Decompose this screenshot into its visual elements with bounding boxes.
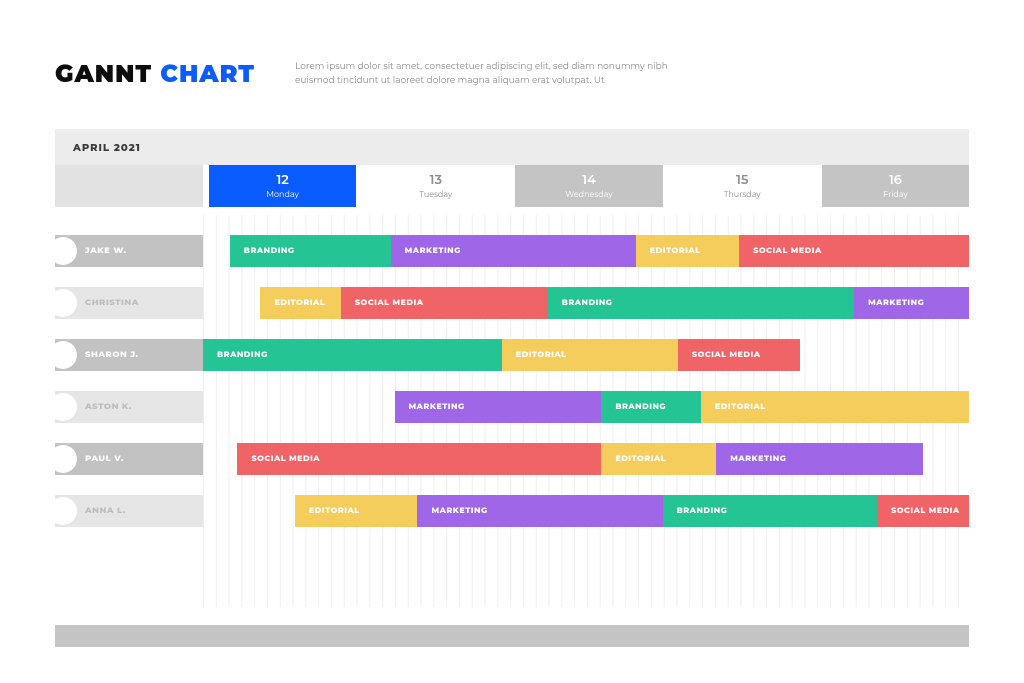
task-bar[interactable]: BRANDING — [601, 391, 701, 423]
day-name: Wednesday — [565, 190, 612, 200]
task-bar[interactable]: MARKETING — [395, 391, 602, 423]
day-number: 16 — [889, 172, 902, 188]
person-name: SHARON J. — [85, 350, 138, 360]
task-bar[interactable]: MARKETING — [854, 287, 969, 319]
person-row[interactable]: SHARON J. — [55, 339, 203, 371]
task-row: EDITORIALSOCIAL MEDIABRANDINGMARKETING — [203, 287, 969, 319]
person-row[interactable]: ANNA L. — [55, 495, 203, 527]
task-bar[interactable]: EDITORIAL — [601, 443, 716, 475]
task-bar[interactable]: SOCIAL MEDIA — [678, 339, 801, 371]
title: GANNT CHART — [55, 60, 255, 89]
grid-area: BRANDINGMARKETINGEDITORIALSOCIAL MEDIAED… — [203, 215, 969, 607]
task-row: EDITORIALMARKETINGBRANDINGSOCIAL MEDIA — [203, 495, 969, 527]
page: GANNT CHART Lorem ipsum dolor sit amet, … — [0, 0, 1024, 647]
person-name: ANNA L. — [85, 506, 126, 516]
people-column: JAKE W. CHRISTINA SHARON J. ASTON K. PAUL V.… — [55, 215, 203, 607]
avatar — [49, 237, 77, 265]
person-row[interactable]: JAKE W. — [55, 235, 203, 267]
task-bars: BRANDINGMARKETINGEDITORIALSOCIAL MEDIAED… — [203, 215, 969, 607]
task-bar[interactable]: BRANDING — [230, 235, 391, 267]
task-bar[interactable]: BRANDING — [203, 339, 502, 371]
day-number: 12 — [276, 172, 289, 188]
avatar — [49, 393, 77, 421]
footer-bar — [55, 625, 969, 647]
person-name: CHRISTINA — [85, 298, 139, 308]
chart-body: JAKE W. CHRISTINA SHARON J. ASTON K. PAUL V.… — [55, 215, 969, 607]
person-row[interactable]: PAUL V. — [55, 443, 203, 475]
header: GANNT CHART Lorem ipsum dolor sit amet, … — [55, 60, 969, 89]
chart: APRIL 2021 12Monday13Tuesday14Wednesday1… — [55, 129, 969, 647]
title-part-b: CHART — [160, 60, 255, 89]
person-row[interactable]: ASTON K. — [55, 391, 203, 423]
task-bar[interactable]: SOCIAL MEDIA — [877, 495, 969, 527]
month-label: APRIL 2021 — [55, 129, 969, 165]
day-number: 15 — [736, 172, 749, 188]
task-bar[interactable]: SOCIAL MEDIA — [341, 287, 548, 319]
day-cell[interactable]: 15 Thursday — [663, 165, 816, 207]
task-row: SOCIAL MEDIAEDITORIALMARKETING — [203, 443, 969, 475]
avatar — [49, 445, 77, 473]
day-cell[interactable]: 13 Tuesday — [356, 165, 509, 207]
task-bar[interactable]: BRANDING — [548, 287, 854, 319]
day-number: 13 — [430, 172, 443, 188]
task-bar[interactable]: MARKETING — [417, 495, 662, 527]
days-wrap: 12 Monday 13 Tuesday 14 Wednesday 15 Thursday 16… — [203, 165, 969, 207]
day-cell[interactable]: 16 Friday — [816, 165, 969, 207]
task-bar[interactable]: EDITORIAL — [636, 235, 739, 267]
person-row[interactable]: CHRISTINA — [55, 287, 203, 319]
day-spacer — [55, 165, 203, 207]
day-name: Monday — [266, 190, 298, 200]
task-bar[interactable]: BRANDING — [663, 495, 877, 527]
day-cell[interactable]: 14 Wednesday — [509, 165, 662, 207]
day-number: 14 — [582, 172, 596, 188]
task-bar[interactable]: EDITORIAL — [701, 391, 969, 423]
day-header-row: 12 Monday 13 Tuesday 14 Wednesday 15 Thursday 16… — [55, 165, 969, 207]
task-row: MARKETINGBRANDINGEDITORIAL — [203, 391, 969, 423]
person-name: PAUL V. — [85, 454, 124, 464]
task-row: BRANDINGMARKETINGEDITORIALSOCIAL MEDIA — [203, 235, 969, 267]
task-bar[interactable]: EDITORIAL — [295, 495, 418, 527]
avatar — [49, 497, 77, 525]
day-name: Thursday — [724, 190, 761, 200]
task-bar[interactable]: SOCIAL MEDIA — [739, 235, 969, 267]
task-bar[interactable]: EDITORIAL — [260, 287, 340, 319]
day-cell[interactable]: 12 Monday — [203, 165, 356, 207]
avatar — [49, 341, 77, 369]
task-bar[interactable]: EDITORIAL — [502, 339, 678, 371]
person-name: JAKE W. — [85, 246, 127, 256]
description: Lorem ipsum dolor sit amet, consectetuer… — [295, 60, 675, 87]
day-name: Tuesday — [419, 190, 452, 200]
title-part-a: GANNT — [55, 60, 152, 89]
day-name: Friday — [883, 190, 908, 200]
avatar — [49, 289, 77, 317]
person-name: ASTON K. — [85, 402, 132, 412]
task-bar[interactable]: MARKETING — [391, 235, 636, 267]
task-row: BRANDINGEDITORIALSOCIAL MEDIA — [203, 339, 969, 371]
task-bar[interactable]: SOCIAL MEDIA — [237, 443, 601, 475]
task-bar[interactable]: MARKETING — [716, 443, 923, 475]
